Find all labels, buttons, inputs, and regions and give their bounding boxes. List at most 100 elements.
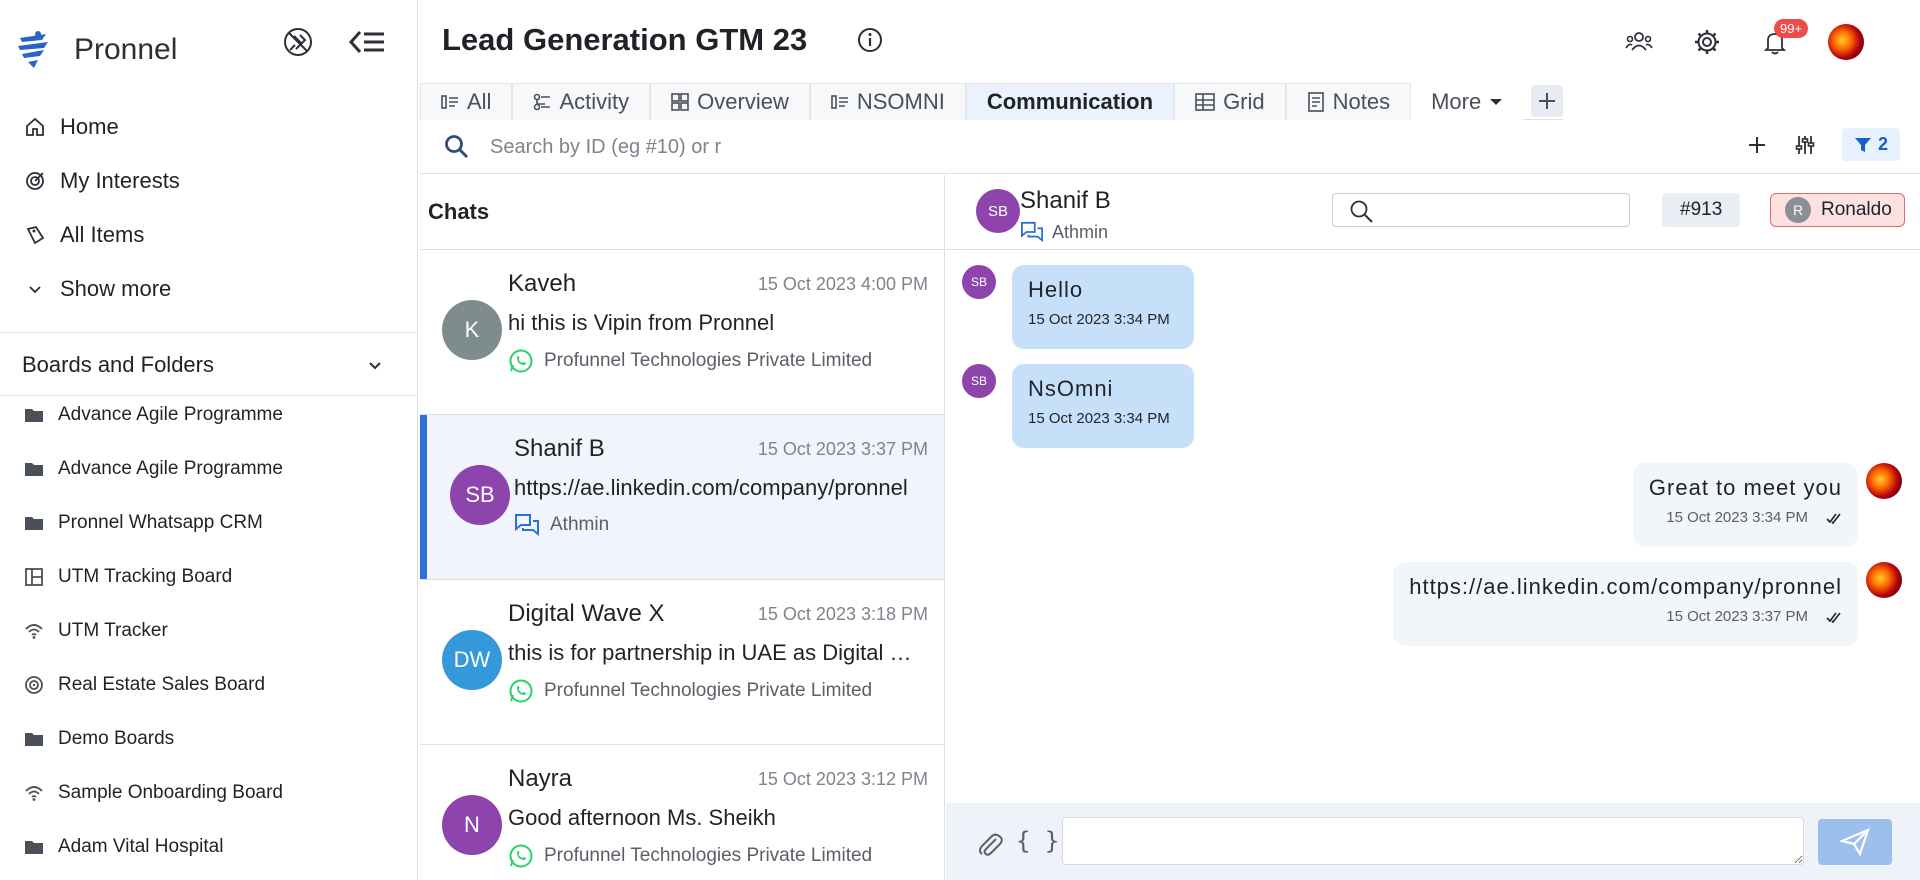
folder-item[interactable]: Advance Agile Programme — [0, 442, 417, 496]
board-item[interactable]: Real Estate Sales Board — [0, 658, 417, 712]
sidebar: Pronnel Home My Interests All Items Show… — [0, 0, 418, 880]
tab-label: Grid — [1223, 89, 1265, 114]
message-text: NsOmni — [1028, 376, 1114, 401]
tab-label: Activity — [559, 89, 630, 114]
tab-communication[interactable]: Communication — [965, 83, 1175, 120]
tab-label: More — [1431, 88, 1482, 114]
chat-time: 15 Oct 2023 3:18 PM — [757, 604, 928, 624]
conversation-header: SB Shanif B Athmin #913 R Ronaldo — [946, 175, 1920, 250]
home-icon — [24, 116, 46, 138]
sender-avatar: SB — [962, 364, 996, 398]
folder-icon — [24, 514, 44, 532]
contact-name: Shanif B — [1020, 187, 1111, 214]
board-label: Sample Onboarding Board — [58, 782, 283, 803]
search-input[interactable] — [490, 132, 910, 162]
tab-all[interactable]: All — [420, 83, 513, 120]
message-text: https://ae.linkedin.com/company/pronnel — [1409, 574, 1842, 599]
tab-overview[interactable]: Overview — [650, 83, 810, 120]
chat-list-item[interactable]: K Kaveh 15 Oct 2023 4:00 PM hi this is V… — [420, 250, 944, 415]
tab-nsomni[interactable]: NSOMNI — [809, 83, 966, 120]
chat-list-item[interactable]: N Nayra 15 Oct 2023 3:12 PM Good afterno… — [420, 745, 944, 880]
message-text: Hello — [1028, 277, 1084, 302]
grid-icon — [671, 93, 689, 111]
chat-avatar: K — [442, 300, 502, 360]
filter-button[interactable]: 2 — [1841, 128, 1900, 161]
board-item[interactable]: Sample Onboarding Board — [0, 766, 417, 820]
assignee-avatar: R — [1785, 197, 1811, 223]
team-icon[interactable] — [1624, 27, 1654, 57]
chat-time: 15 Oct 2023 3:12 PM — [757, 769, 928, 789]
page-title: Lead Generation GTM 23 — [442, 22, 808, 57]
sidebar-item-my-interests[interactable]: My Interests — [0, 154, 417, 208]
variables-button[interactable]: { } — [1016, 827, 1059, 855]
folder-item[interactable]: Demo Boards — [0, 712, 417, 766]
folder-label: Advance Agile Programme — [58, 458, 283, 479]
chat-list: Chats K Kaveh 15 Oct 2023 4:00 PM hi thi… — [420, 175, 945, 880]
tab-notes[interactable]: Notes — [1285, 83, 1412, 120]
tab-more[interactable]: More — [1411, 83, 1524, 120]
sidebar-item-show-more[interactable]: Show more — [0, 262, 417, 316]
chat-name: Nayra — [508, 765, 573, 792]
chat-preview: hi this is Vipin from Pronnel — [508, 310, 775, 335]
sidebar-item-label: All Items — [60, 222, 145, 247]
chat-name: Digital Wave X — [508, 600, 665, 627]
board-label: UTM Tracking Board — [58, 566, 233, 587]
assignee-chip[interactable]: R Ronaldo — [1770, 193, 1905, 227]
chat-avatar: N — [442, 795, 502, 855]
chat-preview: this is for partnership in UAE as Digita… — [508, 640, 928, 665]
sidebar-item-label: My Interests — [60, 168, 180, 193]
chevron-down-icon[interactable] — [366, 356, 384, 374]
search-bar: 2 — [420, 120, 1920, 174]
chat-preview: https://ae.linkedin.com/company/pronnel — [514, 475, 908, 500]
board-label: Real Estate Sales Board — [58, 674, 266, 695]
user-avatar[interactable] — [1828, 24, 1864, 60]
paperclip-icon[interactable] — [976, 831, 1004, 859]
whatsapp-icon — [508, 678, 534, 704]
boards-folders-title[interactable]: Boards and Folders — [22, 352, 214, 378]
chat-list-item[interactable]: DW Digital Wave X 15 Oct 2023 3:18 PM th… — [420, 580, 944, 745]
board-item[interactable]: UTM Tracking Board — [0, 550, 417, 604]
whatsapp-icon — [508, 348, 534, 374]
sliders-icon[interactable] — [1794, 134, 1816, 156]
sidebar-item-home[interactable]: Home — [0, 100, 417, 154]
collapse-sidebar-icon[interactable] — [348, 26, 386, 58]
folder-item[interactable]: Pronnel Whatsapp CRM — [0, 496, 417, 550]
chat-preview: Good afternoon Ms. Sheikh — [508, 805, 776, 830]
message-time: 15 Oct 2023 3:37 PM — [1666, 608, 1808, 625]
brand[interactable]: Pronnel — [16, 30, 177, 70]
chat-source-label: Athmin — [550, 514, 610, 535]
divider — [0, 332, 418, 333]
plus-icon[interactable] — [1746, 134, 1768, 156]
gear-icon[interactable] — [1692, 27, 1722, 57]
send-button[interactable] — [1818, 819, 1892, 865]
notification-badge: 99+ — [1774, 19, 1809, 38]
folder-item[interactable]: Advance Agile Programme — [0, 388, 417, 442]
chat-list-item-selected[interactable]: SB Shanif B 15 Oct 2023 3:37 PM https://… — [420, 415, 944, 580]
sender-avatar: SB — [962, 265, 996, 299]
sidebar-item-all-items[interactable]: All Items — [0, 208, 417, 262]
info-icon[interactable] — [856, 26, 884, 54]
folder-item[interactable]: Adam Vital Hospital — [0, 820, 417, 874]
sidebar-item-label: Show more — [60, 276, 172, 301]
message-input[interactable] — [1062, 817, 1804, 865]
message-time: 15 Oct 2023 3:34 PM — [1028, 311, 1170, 328]
chat-bubble-icon — [514, 513, 540, 537]
pronnel-logo-icon — [16, 30, 52, 70]
tab-label: Communication — [986, 89, 1154, 114]
add-tab-button[interactable] — [1531, 85, 1564, 117]
tab-activity[interactable]: Activity — [512, 83, 651, 120]
tab-grid[interactable]: Grid — [1174, 83, 1286, 120]
chat-name: Shanif B — [514, 435, 605, 462]
contact-source: Athmin — [1052, 221, 1109, 242]
assignee-name: Ronaldo — [1821, 199, 1892, 220]
chat-avatar: SB — [450, 465, 510, 525]
conversation-search-input[interactable] — [1332, 193, 1630, 227]
notifications-button[interactable]: 99+ — [1760, 19, 1809, 57]
item-id-badge[interactable]: #913 — [1662, 193, 1741, 227]
pin-off-icon[interactable] — [282, 26, 314, 58]
brand-name: Pronnel — [74, 33, 178, 66]
board-item[interactable]: UTM Tracker — [0, 604, 417, 658]
message-bubble-incoming: NsOmni 15 Oct 2023 3:34 PM — [1012, 364, 1194, 448]
chat-source-label: Profunnel Technologies Private Limited — [544, 350, 873, 371]
filter-count: 2 — [1877, 134, 1888, 154]
